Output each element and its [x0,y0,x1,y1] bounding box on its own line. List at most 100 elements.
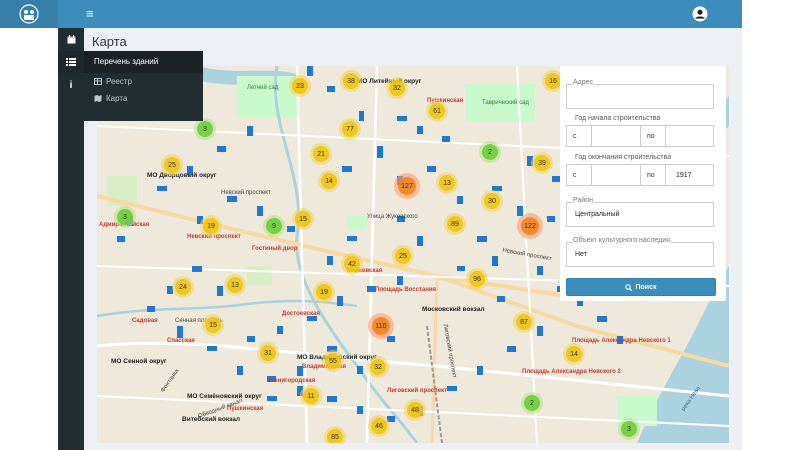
cluster-count: 85 [327,429,343,443]
map-cluster-marker[interactable]: 85 [324,426,346,443]
map-cluster-marker[interactable]: 48 [404,399,426,421]
map-label: Спасская [167,338,195,344]
logo-emblem-icon [19,4,39,24]
cluster-count: 15 [205,317,221,333]
user-icon[interactable] [692,6,708,22]
map-cluster-marker[interactable]: 42 [341,253,363,275]
flyout-title: Перечень зданий [84,51,203,73]
cluster-count: 3 [197,121,213,137]
map-label: Площадь Александра Невского 1 [572,338,671,344]
table-icon [94,78,102,85]
build-end-from-input[interactable] [591,164,641,186]
map-label: Лиговский проспект [387,388,448,394]
search-button[interactable]: Поиск [566,278,716,296]
cluster-count: 13 [227,277,243,293]
cluster-count: 127 [398,177,416,195]
map-cluster-marker[interactable]: 23 [289,75,311,97]
cluster-count: 2 [482,144,498,160]
map-cluster-marker[interactable]: 25 [161,154,183,176]
map-cluster-marker[interactable]: 13 [436,172,458,194]
map-cluster-marker[interactable]: 31 [257,342,279,364]
map-cluster-marker[interactable]: 89 [444,213,466,235]
map-label: Улица Жуковского [367,214,418,220]
map-cluster-marker[interactable]: 38 [340,70,362,92]
heritage-field[interactable]: Объект культурного наследия Нет [566,237,714,267]
map-cluster-marker[interactable]: 14 [318,170,340,192]
map-cluster-marker[interactable]: 46 [368,415,390,437]
build-start-from-input[interactable] [591,125,641,147]
map-cluster-marker[interactable]: 3 [618,418,640,440]
cluster-count: 15 [295,211,311,227]
cluster-count: 14 [321,173,337,189]
map-label: МО Сенной округ [111,358,167,365]
map-label: Летний сад [247,85,279,91]
map-cluster-marker[interactable]: 19 [200,215,222,237]
top-navbar [0,0,742,28]
cluster-count: 96 [469,271,485,287]
map-cluster-marker[interactable]: 3 [114,206,136,228]
district-value: Центральный [575,211,620,218]
map-cluster-marker[interactable]: 39 [531,152,553,174]
heritage-value: Нет [575,251,587,258]
cluster-count: 55 [325,353,341,369]
search-icon [625,283,633,291]
map-cluster-marker[interactable]: 96 [466,268,488,290]
district-field[interactable]: Район Центральный [566,197,714,227]
cluster-count: 19 [316,284,332,300]
map-cluster-marker[interactable]: 110 [368,313,394,339]
cluster-count: 23 [292,78,308,94]
map-cluster-marker[interactable]: 77 [339,118,361,140]
map-label: Площадь Александра Невского 2 [522,369,621,375]
map-cluster-marker[interactable]: 14 [563,343,585,365]
cluster-count: 25 [395,248,411,264]
map-cluster-marker[interactable]: 32 [367,356,389,378]
map-label: Звенигородская [267,378,316,384]
flyout-item-label: Реестр [106,77,132,86]
address-label: Адрес [573,79,594,86]
map-cluster-marker[interactable]: 21 [310,143,332,165]
map-cluster-marker[interactable]: 19 [313,281,335,303]
map-cluster-marker[interactable]: 61 [426,100,448,122]
heritage-label: Объект культурного наследия [573,237,670,244]
build-start-to-input[interactable] [665,125,714,147]
map-cluster-marker[interactable]: 87 [513,311,535,333]
map-label: Достоевская [282,311,320,317]
map-cluster-marker[interactable]: 2 [521,392,543,414]
cluster-count: 122 [521,217,539,235]
build-end-to-input[interactable]: 1917 [665,164,714,186]
map-cluster-marker[interactable]: 127 [394,173,420,199]
info-icon[interactable]: i [58,74,84,96]
cluster-count: 30 [484,193,500,209]
cluster-count: 87 [516,314,532,330]
build-end-to-value: 1917 [676,171,692,179]
cluster-count: 25 [164,157,180,173]
map-cluster-marker[interactable]: 32 [386,77,408,99]
map-cluster-marker[interactable]: 15 [292,208,314,230]
map-cluster-marker[interactable]: 24 [172,276,194,298]
calendar-icon[interactable] [58,28,84,50]
map-label: Таврический сад [482,100,529,106]
list-icon[interactable] [58,51,84,73]
address-field[interactable]: Адрес [566,79,714,109]
hamburger-icon[interactable]: ≡ [86,5,94,23]
map-cluster-marker[interactable]: 25 [392,245,414,267]
map-cluster-marker[interactable]: 9 [263,215,285,237]
map-cluster-marker[interactable]: 13 [224,274,246,296]
app-logo[interactable] [0,0,58,28]
build-end-from-prefix: с [566,164,592,186]
cluster-count: 21 [313,146,329,162]
map-cluster-marker[interactable]: 11 [300,385,322,407]
cluster-count: 2 [524,395,540,411]
map-cluster-marker[interactable]: 30 [481,190,503,212]
cluster-count: 38 [343,73,359,89]
map-cluster-marker[interactable]: 2 [479,141,501,163]
search-button-label: Поиск [635,283,657,291]
map-cluster-marker[interactable]: 15 [202,314,224,336]
cluster-count: 61 [429,103,445,119]
flyout-item-map[interactable]: Карта [84,90,203,107]
flyout-item-registry[interactable]: Реестр [84,73,203,90]
map-cluster-marker[interactable]: 55 [322,350,344,372]
map-cluster-marker[interactable]: 122 [517,213,543,239]
map-cluster-marker[interactable]: 3 [194,118,216,140]
build-start-label: Год начала строительства [575,115,661,122]
